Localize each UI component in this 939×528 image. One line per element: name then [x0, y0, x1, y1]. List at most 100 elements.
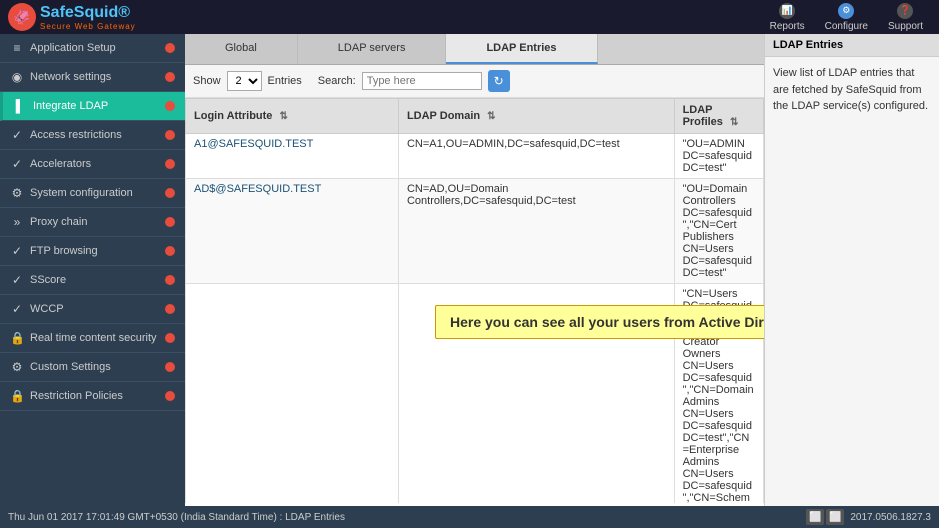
network-icon: ◉ — [10, 70, 24, 84]
table-container: Show 25 50 100 Entries Search: ↻ — [185, 65, 764, 506]
info-dot — [165, 391, 175, 401]
info-dot — [165, 130, 175, 140]
col-login: Login Attribute ⇅ — [186, 99, 399, 134]
refresh-button[interactable]: ↻ — [488, 70, 510, 92]
support-label: Support — [888, 21, 923, 32]
sort-icon-domain[interactable]: ⇅ — [487, 111, 495, 122]
sidebar-item-custom[interactable]: ⚙ Custom Settings — [0, 353, 185, 382]
status-right: ⬜ ⬜ 2017.0506.1827.3 — [806, 509, 931, 525]
logo-icon: 🦑 — [8, 3, 36, 31]
logo-sub: Secure Web Gateway — [40, 22, 136, 31]
cell-profiles: "OU=ADMIN DC=safesquid DC=test" — [674, 134, 763, 179]
ldap-icon: ▌ — [13, 99, 27, 113]
logo: 🦑 SafeSquid® Secure Web Gateway — [8, 3, 136, 31]
table-row[interactable]: A1@SAFESQUID.TESTCN=A1,OU=ADMIN,DC=safes… — [186, 134, 764, 179]
tab-ldap-servers[interactable]: LDAP servers — [298, 34, 447, 64]
proxy-icon: » — [10, 215, 24, 229]
sidebar-item-network[interactable]: ◉ Network settings — [0, 63, 185, 92]
tooltip-overlay: Here you can see all your users from Act… — [435, 305, 764, 339]
header: 🦑 SafeSquid® Secure Web Gateway 📊 Report… — [0, 0, 939, 34]
status-left: Thu Jun 01 2017 17:01:49 GMT+0530 (India… — [8, 512, 345, 523]
right-panel: LDAP Entries View list of LDAP entries t… — [764, 34, 939, 506]
cell-login — [186, 284, 399, 504]
info-dot — [165, 362, 175, 372]
accel-icon: ✓ — [10, 157, 24, 171]
content-area: Global LDAP servers LDAP Entries Show 25… — [185, 34, 764, 506]
reports-button[interactable]: 📊 Reports — [762, 1, 813, 34]
search-label: Search: — [318, 75, 356, 87]
status-icon-2[interactable]: ⬜ — [826, 509, 844, 525]
sidebar-item-label: Custom Settings — [30, 361, 111, 373]
sidebar-item-label: SScore — [30, 274, 66, 286]
tab-global[interactable]: Global — [185, 34, 298, 64]
status-icons: ⬜ ⬜ — [806, 509, 844, 525]
info-dot — [165, 217, 175, 227]
info-dot — [165, 159, 175, 169]
ldap-entries-table: Login Attribute ⇅ LDAP Domain ⇅ LDAP Pro… — [185, 98, 764, 503]
sidebar: ≡ Application Setup ◉ Network settings ▌… — [0, 34, 185, 506]
ftp-icon: ✓ — [10, 244, 24, 258]
entries-label: Entries — [268, 75, 302, 87]
sidebar-item-label: Application Setup — [30, 42, 116, 54]
sidebar-item-wccp[interactable]: ✓ WCCP — [0, 295, 185, 324]
cell-profiles: "OU=Domain Controllers DC=safesquid","CN… — [674, 179, 763, 284]
sidebar-item-ldap[interactable]: ▌ Integrate LDAP — [0, 92, 185, 121]
status-version: 2017.0506.1827.3 — [850, 512, 931, 523]
sidebar-item-label: Accelerators — [30, 158, 91, 170]
sidebar-item-access[interactable]: ✓ Access restrictions — [0, 121, 185, 150]
show-count-select[interactable]: 25 50 100 — [227, 71, 262, 91]
sidebar-item-label: Proxy chain — [30, 216, 87, 228]
header-nav: 📊 Reports ⚙ Configure ❓ Support — [762, 1, 931, 34]
configure-icon: ⚙ — [838, 3, 854, 19]
configure-button[interactable]: ⚙ Configure — [817, 1, 876, 34]
sidebar-item-label: FTP browsing — [30, 245, 98, 257]
reports-label: Reports — [770, 21, 805, 32]
sort-icon-login[interactable]: ⇅ — [279, 111, 287, 122]
right-panel-description: View list of LDAP entries that are fetch… — [765, 57, 939, 123]
sidebar-item-rtcs[interactable]: 🔒 Real time content security — [0, 324, 185, 353]
toolbar: Show 25 50 100 Entries Search: ↻ — [185, 65, 764, 98]
sidebar-item-label: Real time content security — [30, 332, 157, 344]
info-dot — [165, 101, 175, 111]
col-domain: LDAP Domain ⇅ — [398, 99, 674, 134]
right-panel-title: LDAP Entries — [765, 34, 939, 57]
info-dot — [165, 275, 175, 285]
reports-icon: 📊 — [779, 3, 795, 19]
table-row[interactable]: AD$@SAFESQUID.TESTCN=AD,OU=Domain Contro… — [186, 179, 764, 284]
sidebar-item-label: WCCP — [30, 303, 64, 315]
sysconfig-icon: ⚙ — [10, 186, 24, 200]
sidebar-item-label: Restriction Policies — [30, 390, 123, 402]
main-layout: ≡ Application Setup ◉ Network settings ▌… — [0, 34, 939, 506]
configure-label: Configure — [825, 21, 868, 32]
info-dot — [165, 43, 175, 53]
sidebar-item-sscore[interactable]: ✓ SScore — [0, 266, 185, 295]
cell-domain: CN=A1,OU=ADMIN,DC=safesquid,DC=test — [398, 134, 674, 179]
status-bar: Thu Jun 01 2017 17:01:49 GMT+0530 (India… — [0, 506, 939, 528]
support-button[interactable]: ❓ Support — [880, 1, 931, 34]
sidebar-item-sysconfig[interactable]: ⚙ System configuration — [0, 179, 185, 208]
info-dot — [165, 188, 175, 198]
logo-main: SafeSquid® — [40, 4, 130, 21]
info-dot — [165, 304, 175, 314]
sidebar-item-restriction[interactable]: 🔒 Restriction Policies — [0, 382, 185, 411]
restriction-icon: 🔒 — [10, 389, 24, 403]
custom-icon: ⚙ — [10, 360, 24, 374]
sidebar-item-ftp[interactable]: ✓ FTP browsing — [0, 237, 185, 266]
status-icon-1[interactable]: ⬜ — [806, 509, 824, 525]
show-label: Show — [193, 75, 221, 87]
sidebar-item-proxy[interactable]: » Proxy chain — [0, 208, 185, 237]
sidebar-item-app-setup[interactable]: ≡ Application Setup — [0, 34, 185, 63]
sscore-icon: ✓ — [10, 273, 24, 287]
sidebar-item-accel[interactable]: ✓ Accelerators — [0, 150, 185, 179]
info-dot — [165, 246, 175, 256]
sort-icon-profiles[interactable]: ⇅ — [730, 117, 738, 128]
search-input[interactable] — [362, 72, 482, 90]
info-dot — [165, 72, 175, 82]
sidebar-item-label: Network settings — [30, 71, 111, 83]
rtcs-icon: 🔒 — [10, 331, 24, 345]
wccp-icon: ✓ — [10, 302, 24, 316]
table-scroll[interactable]: Login Attribute ⇅ LDAP Domain ⇅ LDAP Pro… — [185, 98, 764, 503]
sidebar-item-label: Access restrictions — [30, 129, 122, 141]
tab-ldap-entries[interactable]: LDAP Entries — [446, 34, 597, 64]
support-icon: ❓ — [897, 3, 913, 19]
